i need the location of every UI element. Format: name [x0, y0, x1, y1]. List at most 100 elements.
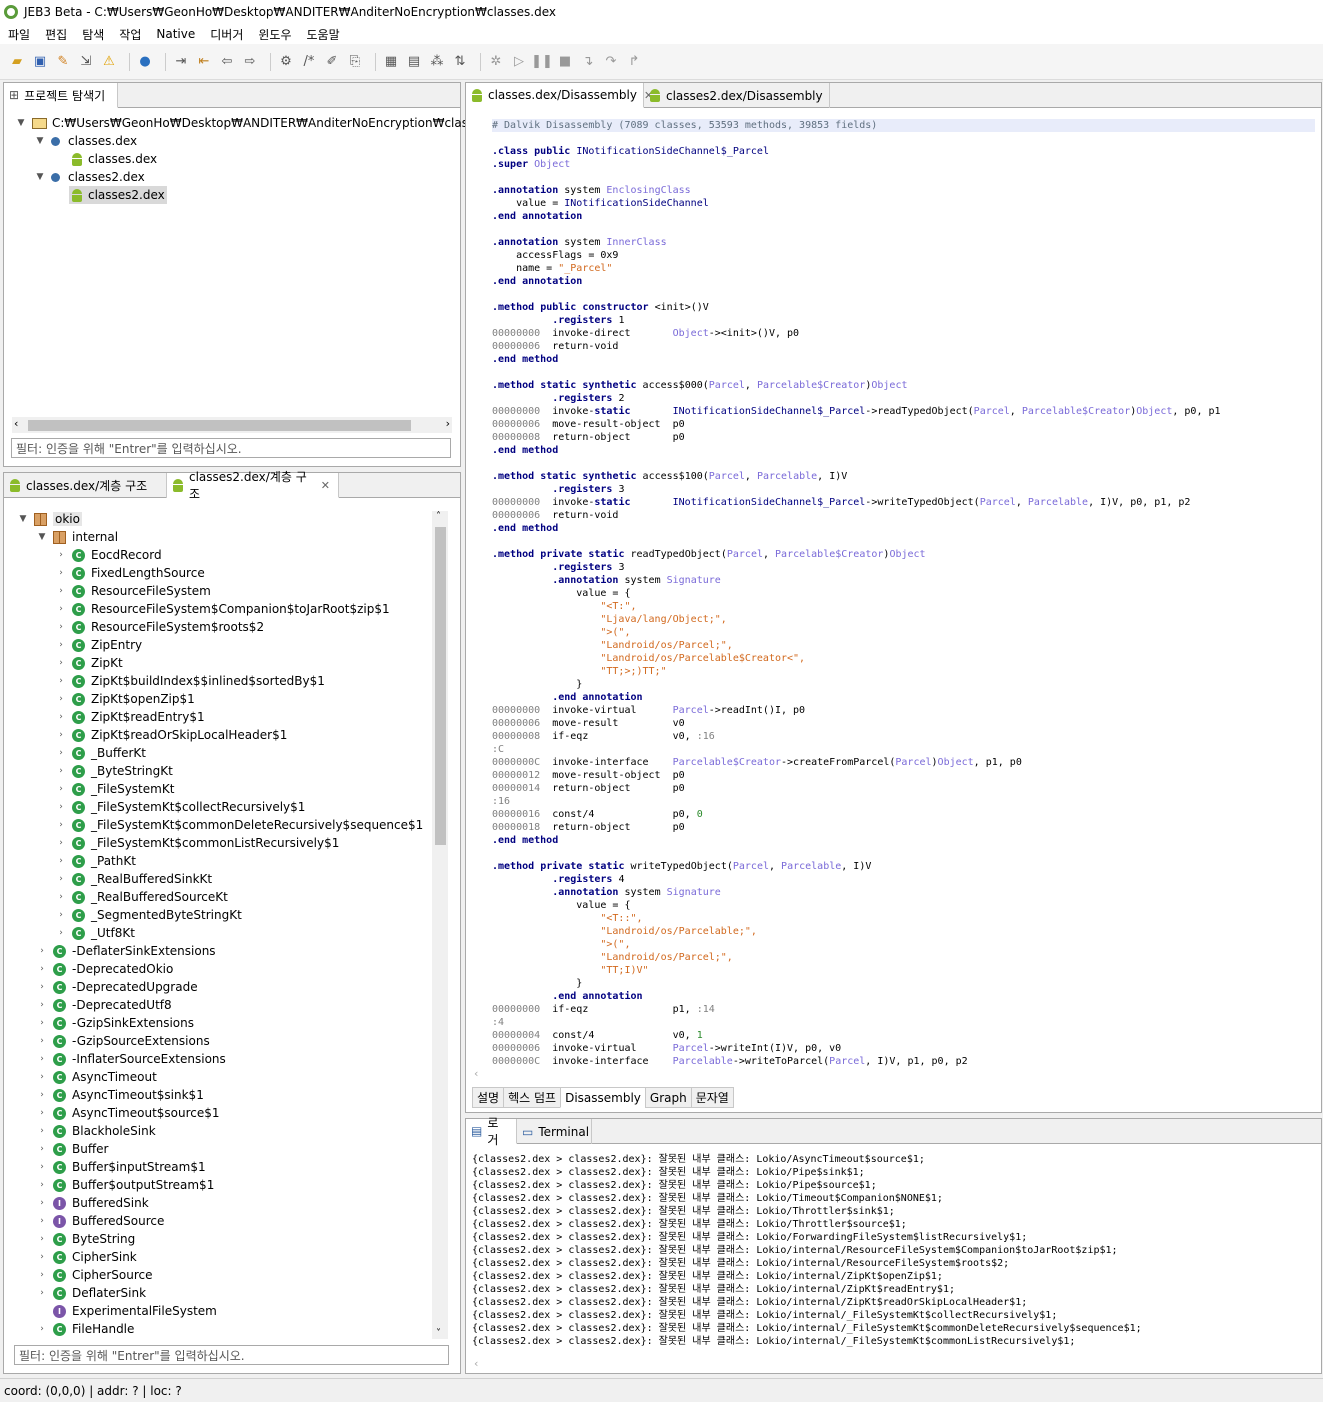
tree-class-item[interactable]: › C -DeflaterSinkExtensions	[35, 942, 215, 960]
tree-class-item[interactable]: › C _FileSystemKt$commonDeleteRecursively$…	[54, 816, 423, 834]
export-icon[interactable]: ⇲	[77, 53, 95, 71]
chevron-down-icon[interactable]: ▼	[14, 118, 28, 128]
comment-icon[interactable]: /*	[300, 53, 318, 71]
tree-class-item[interactable]: › C -DeprecatedUtf8	[35, 996, 171, 1014]
chevron-right-icon[interactable]: ›	[35, 1288, 49, 1298]
chevron-right-icon[interactable]: ›	[54, 712, 68, 722]
menu-action[interactable]: 작업	[119, 26, 141, 43]
refactor-icon[interactable]: ⚙	[277, 53, 295, 71]
menu-debugger[interactable]: 디버거	[210, 26, 243, 43]
scroll-left-icon[interactable]: ‹	[474, 1357, 478, 1370]
tab-disassembly[interactable]: Disassembly	[560, 1087, 646, 1108]
chevron-right-icon[interactable]: ›	[54, 730, 68, 740]
import-icon[interactable]: ⎘	[346, 53, 364, 71]
tree-class-item[interactable]: › C _RealBufferedSinkKt	[54, 870, 212, 888]
graph-icon[interactable]: ⁂	[428, 53, 446, 71]
tree-class-item[interactable]: › C _RealBufferedSourceKt	[54, 888, 228, 906]
tree-class-item[interactable]: › C ZipKt$readEntry$1	[54, 708, 204, 726]
tree-class-item[interactable]: › C EocdRecord	[54, 546, 161, 564]
tree-class-item[interactable]: › C _PathKt	[54, 852, 136, 870]
logger-output[interactable]: {classes2.dex > classes2.dex}: 잘못된 내부 클래…	[472, 1153, 1142, 1348]
tab-terminal[interactable]: ▭ Terminal	[517, 1119, 592, 1144]
tree-class-item[interactable]: › C _FileSystemKt$collectRecursively$1	[54, 798, 305, 816]
chevron-right-icon[interactable]: ›	[54, 838, 68, 848]
tree-class-item[interactable]: › C -GzipSinkExtensions	[35, 1014, 194, 1032]
step-out-icon[interactable]: ↱	[625, 53, 643, 71]
scroll-thumb[interactable]	[28, 420, 411, 431]
chevron-right-icon[interactable]: ›	[54, 748, 68, 758]
chevron-right-icon[interactable]: ›	[35, 1018, 49, 1028]
tree-class-item[interactable]: › C _FileSystemKt$commonListRecursively$1	[54, 834, 339, 852]
chevron-right-icon[interactable]: ›	[54, 892, 68, 902]
tree-package-okio[interactable]: ▼ okio	[16, 510, 82, 528]
hierarchy-filter-input[interactable]: 필터: 인증을 위해 "Entrer"를 입력하십시오.	[14, 1345, 449, 1365]
chevron-down-icon[interactable]: ▼	[33, 136, 47, 146]
chevron-right-icon[interactable]: ›	[54, 856, 68, 866]
tree-class-item[interactable]: › C FixedLengthSource	[54, 564, 205, 582]
wrench-icon[interactable]: ✎	[54, 53, 72, 71]
jump-in-icon[interactable]: ⇥	[172, 53, 190, 71]
tree-class-item[interactable]: › C AsyncTimeout$sink$1	[35, 1086, 204, 1104]
disassembly-code-view[interactable]: # Dalvik Disassembly (7089 classes, 5359…	[492, 119, 1315, 1068]
chevron-right-icon[interactable]: ›	[35, 1180, 49, 1190]
tab-classes2-hierarchy[interactable]: classes2.dex/계층 구조 ✕	[167, 470, 339, 501]
tree-class-item[interactable]: › C -InflaterSourceExtensions	[35, 1050, 226, 1068]
scroll-thumb[interactable]	[435, 527, 446, 845]
tree-root[interactable]: ▼ C:₩Users₩GeonHo₩Desktop₩ANDITER₩Andite…	[14, 114, 514, 132]
menu-window[interactable]: 윈도우	[258, 26, 291, 43]
jump-out-icon[interactable]: ⇤	[195, 53, 213, 71]
scroll-left-icon[interactable]: ‹	[474, 1067, 478, 1080]
chevron-right-icon[interactable]: ›	[54, 766, 68, 776]
chevron-right-icon[interactable]: ›	[35, 1324, 49, 1334]
tree-package-internal[interactable]: ▼ internal	[35, 528, 119, 546]
tree-class-item[interactable]: › C ZipEntry	[54, 636, 142, 654]
chevron-right-icon[interactable]: ›	[54, 568, 68, 578]
tree-item-classes2-dex-unit[interactable]: classes2.dex	[69, 186, 167, 204]
tab-classes2-disassembly[interactable]: classes2.dex/Disassembly	[644, 83, 830, 108]
tree-class-item[interactable]: › C Buffer$outputStream$1	[35, 1176, 214, 1194]
menu-navigate[interactable]: 탐색	[82, 26, 104, 43]
chevron-right-icon[interactable]: ›	[54, 928, 68, 938]
chevron-down-icon[interactable]: ▼	[35, 532, 49, 542]
chevron-down-icon[interactable]: ▼	[16, 514, 30, 524]
chevron-right-icon[interactable]: ›	[54, 658, 68, 668]
tab-logger[interactable]: ▤ 로거	[466, 1116, 517, 1147]
chevron-right-icon[interactable]: ›	[54, 802, 68, 812]
tab-description[interactable]: 설명	[472, 1087, 505, 1108]
tree-class-item[interactable]: › C FileHandle	[35, 1320, 134, 1338]
chevron-right-icon[interactable]: ›	[35, 982, 49, 992]
chevron-right-icon[interactable]: ›	[35, 1036, 49, 1046]
open-icon[interactable]: ▰	[8, 53, 26, 71]
scroll-right-icon[interactable]: ›	[446, 417, 450, 430]
project-filter-input[interactable]: 필터: 인증을 위해 "Entrer"를 입력하십시오.	[11, 438, 451, 458]
vertical-scrollbar[interactable]: ˄ ˅	[432, 511, 448, 1339]
chevron-right-icon[interactable]: ›	[35, 1090, 49, 1100]
debug-icon[interactable]: ✲	[487, 53, 505, 71]
menu-file[interactable]: 파일	[8, 26, 30, 43]
close-icon[interactable]: ✕	[321, 479, 330, 492]
tree-class-item[interactable]: › C ZipKt$openZip$1	[54, 690, 195, 708]
table-icon[interactable]: ▦	[382, 53, 400, 71]
tree-class-item[interactable]: › C ResourceFileSystem$roots$2	[54, 618, 264, 636]
tree-class-item[interactable]: › C Buffer	[35, 1140, 108, 1158]
chevron-right-icon[interactable]: ›	[35, 1126, 49, 1136]
chevron-right-icon[interactable]: ›	[54, 910, 68, 920]
tree-class-item[interactable]: › I BufferedSource	[35, 1212, 164, 1230]
tree-class-item[interactable]: › C CipherSource	[35, 1266, 152, 1284]
scroll-up-icon[interactable]: ˄	[436, 511, 441, 522]
chevron-right-icon[interactable]: ›	[54, 604, 68, 614]
step-over-icon[interactable]: ↷	[602, 53, 620, 71]
step-into-icon[interactable]: ↴	[579, 53, 597, 71]
tree-class-item[interactable]: › C ZipKt$buildIndex$$inlined$sortedBy$1	[54, 672, 325, 690]
chevron-right-icon[interactable]: ›	[54, 622, 68, 632]
horizontal-scrollbar[interactable]: ‹	[470, 1357, 1318, 1373]
run-icon[interactable]: ▷	[510, 53, 528, 71]
tree-class-item[interactable]: › C -DeprecatedUpgrade	[35, 978, 197, 996]
tree-class-item[interactable]: › C AsyncTimeout	[35, 1068, 157, 1086]
chevron-right-icon[interactable]: ›	[35, 1216, 49, 1226]
tree-item-classes2-dex[interactable]: ▼ classes2.dex	[33, 168, 145, 186]
tab-classes-hierarchy[interactable]: classes.dex/계층 구조	[4, 473, 167, 498]
tab-strings[interactable]: 문자열	[690, 1087, 734, 1108]
tree-class-item[interactable]: › C ZipKt	[54, 654, 123, 672]
tree-class-item[interactable]: › C Buffer$inputStream$1	[35, 1158, 205, 1176]
